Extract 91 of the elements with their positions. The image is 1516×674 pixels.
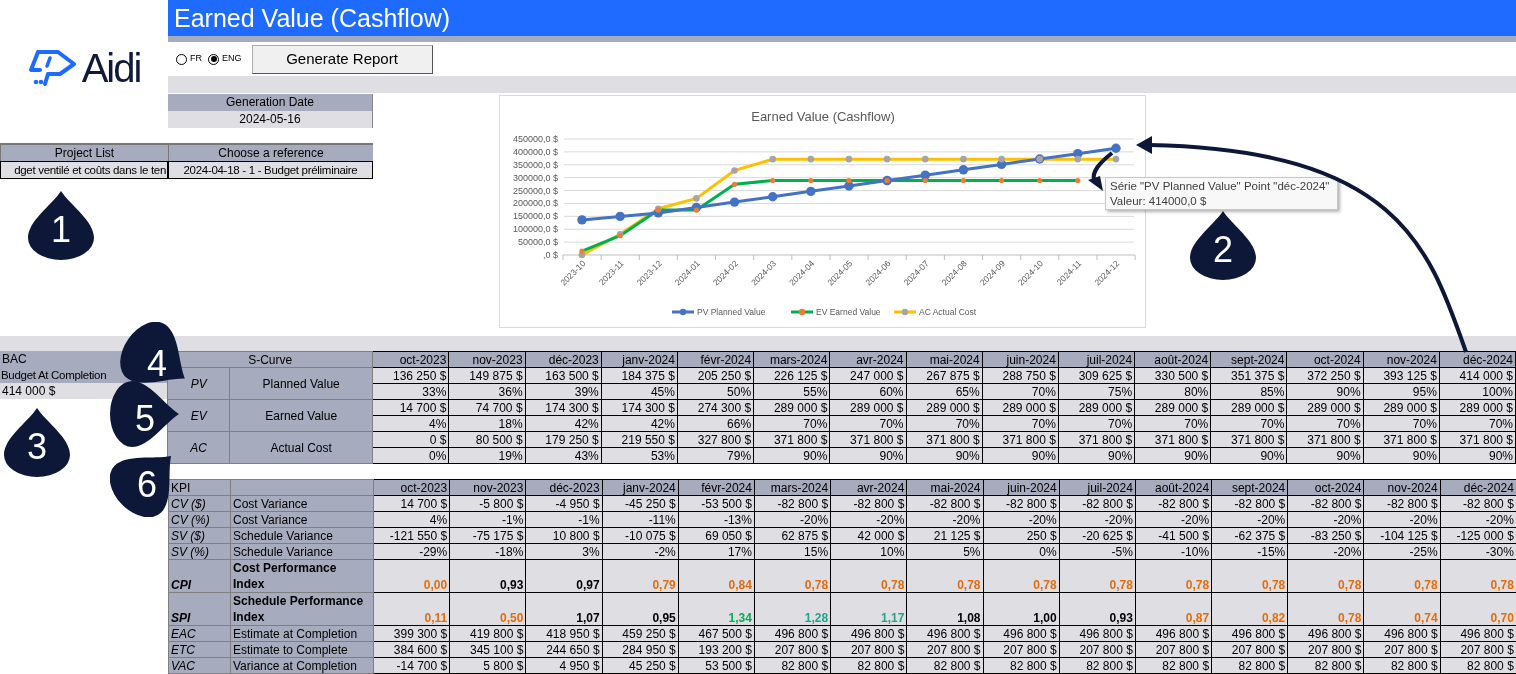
- column-header: déc-2023: [525, 351, 602, 368]
- column-header: déc-2023: [525, 479, 603, 496]
- table-cell: 0,78: [906, 559, 983, 593]
- table-cell: 0,87: [1135, 592, 1212, 626]
- table-cell: 0,78: [1059, 559, 1136, 593]
- axis-tick-label: 350000,0 $: [512, 159, 558, 170]
- table-cell: 0,78: [1440, 559, 1516, 593]
- row-label: CPI: [168, 559, 231, 593]
- column-header: Generation Date: [168, 94, 372, 111]
- table-cell: 0,11: [373, 592, 450, 626]
- column-header: sept-2024: [1211, 479, 1288, 496]
- table-cell: 1,00: [983, 592, 1060, 626]
- row-label: Actual Cost: [229, 431, 373, 464]
- table-cell: 0,82: [1211, 592, 1288, 626]
- column-header: nov-2023: [448, 351, 526, 368]
- row-label: Schedule Performance Index: [230, 592, 374, 626]
- axis-tick-label: 50000,0 $: [517, 237, 558, 248]
- row-label: SPI: [168, 592, 231, 626]
- column-header: janv-2024: [602, 479, 679, 496]
- table-cell: 1,28: [754, 592, 831, 626]
- table-cell: 1,17: [830, 592, 907, 626]
- column-header: juin-2024: [983, 479, 1060, 496]
- row-label: AC: [167, 431, 230, 464]
- table-cell: 1,07: [525, 592, 603, 626]
- column-header: mai-2024: [906, 351, 983, 368]
- column-header: oct-2023: [372, 351, 449, 368]
- column-header: oct-2023: [373, 479, 450, 496]
- table-cell: 0,97: [525, 559, 603, 593]
- legend-label: AC Actual Cost: [919, 307, 977, 317]
- column-header: déc-2024: [1439, 351, 1516, 368]
- column-header: févr-2024: [677, 351, 754, 368]
- column-header: nov-2024: [1363, 351, 1440, 368]
- column-header: mars-2024: [754, 479, 831, 496]
- column-header: Choose a reference: [168, 145, 373, 161]
- date-value: 2024-05-16: [168, 111, 372, 128]
- page-title: Earned Value (Cashflow): [168, 0, 1516, 36]
- table-cell: 0,78: [1211, 559, 1288, 593]
- column-header: janv-2024: [601, 351, 678, 368]
- table-cell: 0,00: [373, 559, 450, 593]
- table-cell: 0,79: [602, 559, 679, 593]
- column-header: août-2024: [1135, 479, 1212, 496]
- column-header: Project List: [0, 145, 168, 161]
- tooltip-text: Série "PV Planned Value" Point "déc-2024": [1110, 178, 1331, 194]
- axis-tick-label: ,0 $: [543, 250, 558, 260]
- table-cell: 0,93: [449, 559, 526, 593]
- table-cell: 0,70: [1440, 592, 1516, 626]
- legend-label: EV Earned Value: [816, 307, 881, 317]
- chart-title: Earned Value (Cashflow): [751, 109, 895, 124]
- axis-tick-label: 250000,0 $: [512, 185, 558, 196]
- column-header: mars-2024: [753, 351, 830, 368]
- axis-tick-label: 200000,0 $: [512, 198, 558, 209]
- table-cell: 0,78: [983, 559, 1060, 593]
- row-label: Earned Value: [229, 399, 373, 432]
- table-cell: 0,78: [1363, 559, 1441, 593]
- column-header: mai-2024: [906, 479, 983, 496]
- table-cell: 1,34: [678, 592, 755, 626]
- table-cell: 0,93: [1059, 592, 1136, 626]
- legend-label: PV Planned Value: [697, 307, 766, 317]
- column-header: août-2024: [1134, 351, 1211, 368]
- table-cell: 0,78: [754, 559, 831, 593]
- table-cell: 0,74: [1363, 592, 1441, 626]
- column-header: oct-2024: [1286, 351, 1364, 368]
- table-cell: 0,78: [1287, 559, 1364, 593]
- axis-tick-label: 100000,0 $: [512, 224, 558, 235]
- table-cell: 0,78: [1287, 592, 1364, 626]
- axis-tick-label: 400000,0 $: [512, 146, 558, 157]
- column-header: févr-2024: [678, 479, 755, 496]
- column-header: avr-2024: [829, 351, 906, 368]
- row-label: Cost Performance Index: [230, 559, 374, 593]
- table-cell: 0,84: [678, 559, 755, 593]
- column-header: juin-2024: [982, 351, 1059, 368]
- table-cell: 1,08: [906, 592, 983, 626]
- table-cell: 0,78: [830, 559, 907, 593]
- table-cell: 0,78: [1135, 559, 1212, 593]
- column-header: déc-2024: [1440, 479, 1516, 496]
- table-cell: 0,50: [449, 592, 526, 626]
- row-label: Planned Value: [229, 367, 373, 400]
- column-header: sept-2024: [1210, 351, 1287, 368]
- column-header: oct-2024: [1287, 479, 1364, 496]
- table-cell: 0,95: [602, 592, 679, 626]
- column-header: nov-2023: [449, 479, 526, 496]
- logo-text: Aidi: [81, 47, 141, 88]
- column-header: nov-2024: [1363, 479, 1441, 496]
- column-header: juil-2024: [1058, 351, 1135, 368]
- tooltip-text: Valeur: 414000,0 $: [1110, 193, 1208, 209]
- axis-tick-label: 300000,0 $: [512, 172, 558, 183]
- column-header: juil-2024: [1059, 479, 1136, 496]
- column-header: KPI: [168, 479, 231, 496]
- axis-tick-label: 450000,0 $: [512, 134, 558, 144]
- column-header: avr-2024: [830, 479, 907, 496]
- axis-tick-label: 150000,0 $: [512, 211, 558, 222]
